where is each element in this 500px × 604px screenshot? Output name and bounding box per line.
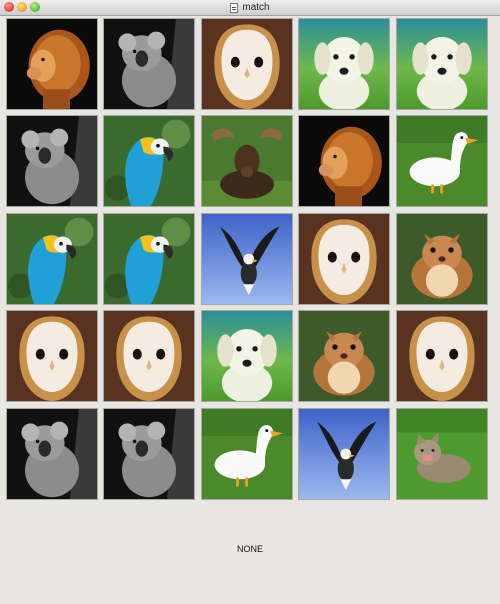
owl-image	[104, 311, 195, 402]
eagle-image	[299, 408, 390, 499]
card-eagle[interactable]	[200, 212, 293, 305]
koala-image	[104, 408, 195, 499]
moose-image	[201, 116, 292, 207]
window-title: match	[242, 2, 270, 13]
card-macaw[interactable]	[6, 212, 98, 305]
card-kitten[interactable]	[395, 407, 488, 500]
owl-image	[201, 19, 292, 109]
card-owl[interactable]	[6, 310, 98, 403]
macaw-image	[104, 116, 195, 207]
chipmunk-image	[299, 311, 390, 402]
card-puppy[interactable]	[395, 18, 488, 110]
card-koala[interactable]	[103, 18, 196, 110]
chipmunk-image	[396, 213, 487, 304]
owl-image	[396, 311, 487, 402]
card-chipmunk[interactable]	[395, 212, 488, 305]
card-duck[interactable]	[395, 115, 488, 208]
card-owl[interactable]	[200, 18, 293, 110]
title-bar: match	[0, 0, 500, 16]
duck-image	[396, 116, 487, 207]
owl-image	[299, 213, 390, 304]
card-koala[interactable]	[6, 407, 98, 500]
kitten-image	[396, 408, 487, 499]
card-puppy[interactable]	[298, 18, 391, 110]
document-icon	[230, 2, 239, 13]
puppy-image	[201, 311, 292, 402]
card-eagle[interactable]	[298, 407, 391, 500]
lion-image	[299, 116, 390, 207]
card-lion[interactable]	[6, 18, 98, 110]
card-puppy[interactable]	[200, 310, 293, 403]
card-chipmunk[interactable]	[298, 310, 391, 403]
puppy-image	[396, 19, 487, 109]
card-owl[interactable]	[298, 212, 391, 305]
card-owl[interactable]	[103, 310, 196, 403]
card-macaw[interactable]	[103, 115, 196, 208]
card-koala[interactable]	[6, 115, 98, 208]
card-duck[interactable]	[200, 407, 293, 500]
owl-image	[7, 311, 97, 402]
duck-image	[201, 408, 292, 499]
card-lion[interactable]	[298, 115, 391, 208]
koala-image	[7, 116, 97, 207]
card-macaw[interactable]	[103, 212, 196, 305]
eagle-image	[201, 213, 292, 304]
card-koala[interactable]	[103, 407, 196, 500]
status-text: NONE	[236, 544, 263, 554]
card-grid	[6, 18, 498, 500]
title-wrap: match	[0, 0, 500, 15]
lion-image	[7, 19, 97, 109]
puppy-image	[299, 19, 390, 109]
koala-image	[104, 19, 195, 109]
card-moose[interactable]	[200, 115, 293, 208]
macaw-image	[104, 213, 195, 304]
macaw-image	[7, 213, 97, 304]
card-owl[interactable]	[395, 310, 488, 403]
koala-image	[7, 408, 97, 499]
